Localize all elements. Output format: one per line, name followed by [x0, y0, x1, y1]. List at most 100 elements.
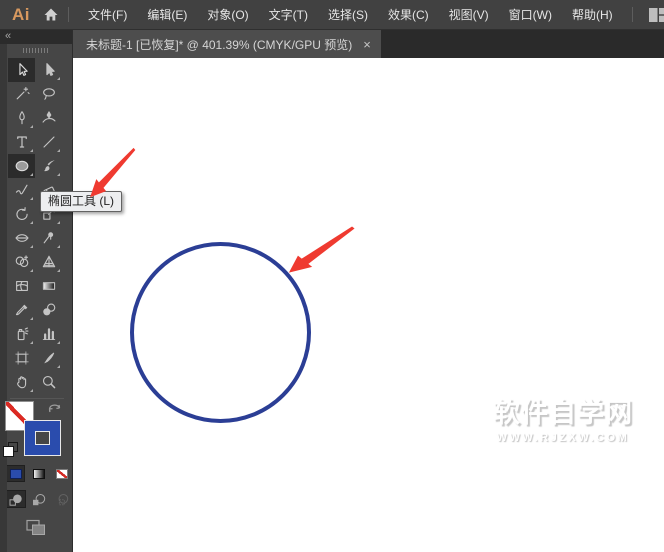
menu-item-type[interactable]: 文字(T): [259, 0, 318, 30]
slice-icon: [43, 352, 54, 364]
symbol-sprayer-tool-button[interactable]: [8, 322, 35, 346]
swap-fill-stroke-icon[interactable]: [47, 400, 63, 413]
magic-wand-icon: [16, 86, 30, 100]
shaper-tool-button[interactable]: [8, 178, 35, 202]
default-fill-mini: [3, 446, 14, 457]
rotate-icon: [15, 207, 28, 220]
flyout-indicator: [30, 245, 33, 248]
direct-selection-tool-button[interactable]: [35, 58, 62, 82]
tools-panel: «: [0, 30, 73, 552]
document-tab-bar: 未标题-1 [已恢复]* @ 401.39% (CMYK/GPU 预览) ×: [73, 30, 664, 58]
draw-behind-icon: [32, 493, 45, 505]
menu-item-file[interactable]: 文件(F): [78, 0, 137, 30]
home-icon[interactable]: [43, 7, 59, 22]
none-swatch-icon: [55, 468, 68, 479]
draw-normal-mode-button[interactable]: [5, 490, 26, 508]
eyedropper-tool-button[interactable]: [8, 298, 35, 322]
collapse-panel-icon[interactable]: «: [5, 30, 11, 43]
width-tool-button[interactable]: [8, 226, 35, 250]
rotate-tool-button[interactable]: [8, 202, 35, 226]
gradient-button[interactable]: [29, 465, 48, 482]
grip-dots: [23, 47, 49, 53]
gradient-icon: [42, 282, 55, 290]
menu-item-object[interactable]: 对象(O): [197, 0, 258, 30]
pen-tool-button[interactable]: [8, 106, 35, 130]
mesh-tool-button[interactable]: [8, 274, 35, 298]
flyout-indicator: [30, 221, 33, 224]
shaper-icon: [15, 184, 28, 195]
menu-item-effect[interactable]: 效果(C): [378, 0, 439, 30]
perspective-grid-icon: [42, 255, 55, 268]
default-fill-stroke-icon[interactable]: [3, 442, 18, 457]
draw-behind-mode-button[interactable]: [28, 490, 49, 508]
magic-wand-tool-button[interactable]: [8, 82, 35, 106]
canvas-area[interactable]: 软件自学网 WWW.RJZXW.COM: [73, 58, 664, 552]
flyout-indicator: [57, 77, 60, 80]
selection-icon: [18, 63, 28, 76]
blend-icon: [42, 303, 55, 316]
color-swatch-icon: [9, 468, 22, 479]
document-area: 未标题-1 [已恢复]* @ 401.39% (CMYK/GPU 预览) × 软…: [73, 30, 664, 552]
menu-separator: [68, 7, 69, 22]
blend-tool-button[interactable]: [35, 298, 62, 322]
stroke-swatch[interactable]: [24, 420, 61, 456]
column-graph-tool-button[interactable]: [35, 322, 62, 346]
menu-item-select[interactable]: 选择(S): [318, 0, 378, 30]
width-icon: [15, 234, 28, 242]
gradient-tool-button[interactable]: [35, 274, 62, 298]
shape-builder-tool-button[interactable]: [8, 250, 35, 274]
menu-item-help[interactable]: 帮助(H): [562, 0, 623, 30]
panel-header: «: [0, 30, 72, 44]
panel-grip[interactable]: [0, 44, 72, 56]
none-button[interactable]: [52, 465, 71, 482]
ellipse-tool-button[interactable]: [8, 154, 35, 178]
menu-item-edit[interactable]: 编辑(E): [137, 0, 197, 30]
tools-grid: [8, 58, 72, 394]
flyout-indicator: [30, 269, 33, 272]
screen-mode-button[interactable]: [24, 518, 48, 537]
flyout-indicator: [30, 173, 33, 176]
type-icon: [16, 136, 27, 148]
pen-icon: [18, 111, 25, 125]
symbol-sprayer-icon: [17, 327, 28, 341]
flyout-indicator: [30, 317, 33, 320]
slice-tool-button[interactable]: [35, 346, 62, 370]
perspective-grid-tool-button[interactable]: [35, 250, 62, 274]
workspace-body: « 未标题-1 [已恢复]* @ 401.39% (CMYK/GPU 预览) ×…: [0, 30, 664, 552]
flyout-indicator: [30, 197, 33, 200]
menu-items: 文件(F) 编辑(E) 对象(O) 文字(T) 选择(S) 效果(C) 视图(V) 窗口(W)…: [78, 0, 623, 30]
artboard-tool-button[interactable]: [8, 346, 35, 370]
menu-item-window[interactable]: 窗口(W): [499, 0, 562, 30]
zoom-tool-button[interactable]: [35, 370, 62, 394]
selection-tool-button[interactable]: [8, 58, 35, 82]
flyout-indicator: [30, 389, 33, 392]
flyout-indicator: [57, 245, 60, 248]
curvature-tool-button[interactable]: [35, 106, 62, 130]
menu-bar: Ai 文件(F) 编辑(E) 对象(O) 文字(T) 选择(S) 效果(C) 视图(V) 窗口…: [0, 0, 664, 30]
menu-item-view[interactable]: 视图(V): [439, 0, 499, 30]
column-graph-icon: [42, 328, 55, 341]
draw-inside-icon: [58, 493, 68, 505]
eyedropper-icon: [15, 304, 27, 316]
lasso-tool-button[interactable]: [35, 82, 62, 106]
drawing-mode-buttons: [5, 490, 72, 508]
document-tab[interactable]: 未标题-1 [已恢复]* @ 401.39% (CMYK/GPU 预览) ×: [73, 30, 381, 58]
draw-inside-mode-button[interactable]: [51, 490, 72, 508]
menu-separator: [631, 7, 633, 22]
puppet-warp-tool-button[interactable]: [35, 226, 62, 250]
flyout-indicator: [30, 149, 33, 152]
fill-color-button[interactable]: [6, 465, 25, 482]
flyout-indicator: [57, 173, 60, 176]
hand-icon: [16, 376, 26, 389]
workspace-switcher-icon[interactable]: [648, 7, 664, 22]
paintbrush-tool-button[interactable]: [35, 154, 62, 178]
flyout-indicator: [57, 365, 60, 368]
lasso-icon: [42, 88, 55, 100]
line-segment-tool-button[interactable]: [35, 130, 62, 154]
close-tab-icon[interactable]: ×: [363, 38, 371, 51]
color-type-buttons: [6, 465, 72, 482]
hand-tool-button[interactable]: [8, 370, 35, 394]
fill-stroke-control: [0, 399, 72, 463]
type-tool-button[interactable]: [8, 130, 35, 154]
flyout-indicator: [30, 341, 33, 344]
